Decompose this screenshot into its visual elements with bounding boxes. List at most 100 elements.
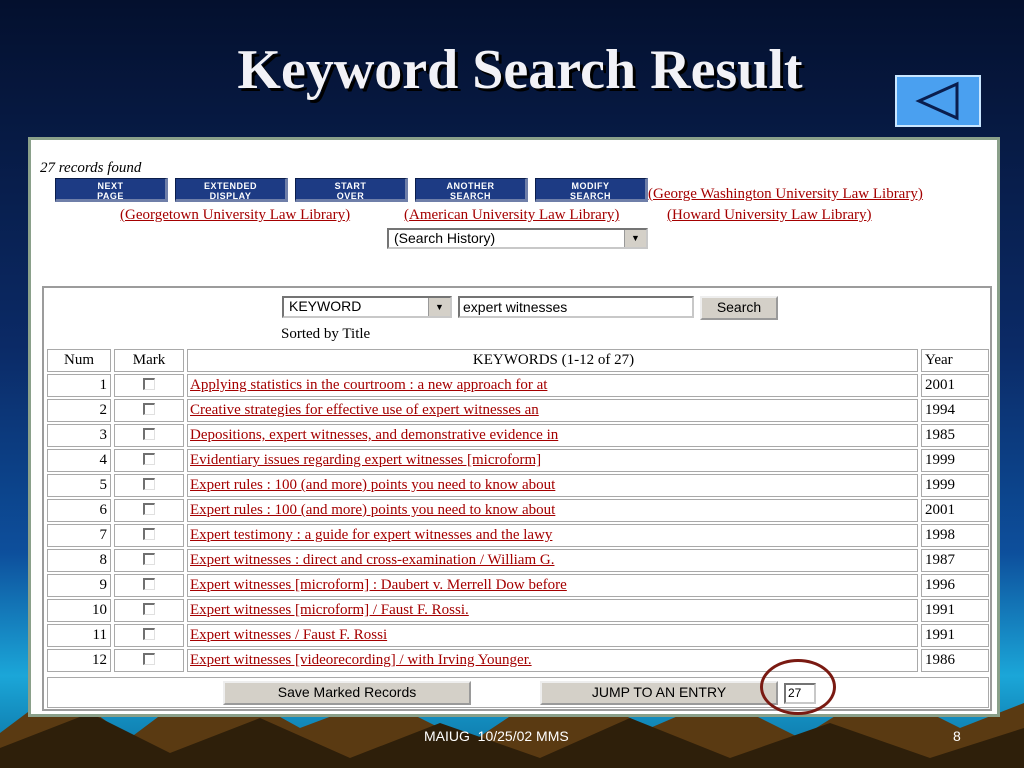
row-mark-cell — [114, 574, 184, 597]
sorted-by-label: Sorted by Title — [281, 326, 371, 342]
jump-to-entry-button[interactable]: JUMP TO AN ENTRY — [540, 681, 778, 705]
save-marked-records-button[interactable]: Save Marked Records — [223, 681, 471, 705]
row-year: 1991 — [921, 599, 989, 622]
nav-button-bar: Next Page Extended Display Start Over Anoth… — [55, 178, 655, 202]
mark-checkbox[interactable] — [143, 603, 155, 616]
back-button[interactable] — [895, 75, 981, 127]
mark-checkbox[interactable] — [143, 553, 155, 566]
table-row: 9 Expert witnesses [microform] : Daubert … — [47, 574, 989, 597]
table-row: 12 Expert witnesses [videorecording] / wi… — [47, 649, 989, 672]
mark-checkbox[interactable] — [143, 528, 155, 541]
record-title-link[interactable]: Expert rules : 100 (and more) points you… — [190, 502, 555, 518]
record-title-link[interactable]: Expert testimony : a guide for expert wi… — [190, 527, 552, 543]
records-found: 27 records found — [40, 160, 142, 176]
mark-checkbox[interactable] — [143, 578, 155, 591]
row-title-cell: Expert witnesses : direct and cross-exam… — [187, 549, 918, 572]
mark-checkbox[interactable] — [143, 378, 155, 391]
row-title-cell: Applying statistics in the courtroom : a… — [187, 374, 918, 397]
record-title-link[interactable]: Evidentiary issues regarding expert witn… — [190, 452, 541, 468]
row-num: 7 — [47, 524, 111, 547]
record-title-link[interactable]: Expert witnesses [videorecording] / with… — [190, 652, 532, 668]
row-year: 1987 — [921, 549, 989, 572]
row-title-cell: Creative strategies for effective use of… — [187, 399, 918, 422]
row-year: 1999 — [921, 449, 989, 472]
slide-title: Keyword Search Result — [237, 39, 803, 101]
mark-checkbox[interactable] — [143, 503, 155, 516]
search-button[interactable]: Search — [700, 296, 778, 320]
header-mark: Mark — [114, 349, 184, 372]
row-year: 1999 — [921, 474, 989, 497]
record-title-link[interactable]: Applying statistics in the courtroom : a… — [190, 377, 547, 393]
row-num: 10 — [47, 599, 111, 622]
library-link-gwu[interactable]: (George Washington University Law Librar… — [648, 186, 923, 203]
record-title-link[interactable]: Creative strategies for effective use of… — [190, 402, 539, 418]
record-title-link[interactable]: Expert rules : 100 (and more) points you… — [190, 477, 555, 493]
mark-checkbox[interactable] — [143, 453, 155, 466]
row-num: 3 — [47, 424, 111, 447]
row-num: 6 — [47, 499, 111, 522]
row-mark-cell — [114, 449, 184, 472]
left-triangle-icon — [915, 81, 959, 121]
library-link-georgetown[interactable]: (Georgetown University Law Library) — [120, 207, 350, 224]
table-row: 10 Expert witnesses [microform] / Faust F… — [47, 599, 989, 622]
library-link-howard[interactable]: (Howard University Law Library) — [667, 207, 872, 224]
row-num: 2 — [47, 399, 111, 422]
record-title-link[interactable]: Expert witnesses [microform] / Faust F. … — [190, 602, 469, 618]
row-mark-cell — [114, 549, 184, 572]
search-input[interactable]: expert witnesses — [458, 296, 694, 318]
annotation-circle — [760, 659, 836, 715]
modify-search-button[interactable]: Modify Search — [535, 178, 648, 202]
slide-page-number: 8 — [953, 728, 961, 744]
row-mark-cell — [114, 499, 184, 522]
table-footer: Save Marked Records JUMP TO AN ENTRY 27 — [47, 677, 989, 708]
table-row: 1 Applying statistics in the courtroom : … — [47, 374, 989, 397]
row-mark-cell — [114, 624, 184, 647]
row-year: 1994 — [921, 399, 989, 422]
record-title-link[interactable]: Depositions, expert witnesses, and demon… — [190, 427, 558, 443]
row-year: 1998 — [921, 524, 989, 547]
table-row: 7 Expert testimony : a guide for expert w… — [47, 524, 989, 547]
search-history-select[interactable]: (Search History) ▼ — [387, 228, 648, 249]
row-mark-cell — [114, 524, 184, 547]
results-box: KEYWORD ▼ expert witnesses Search Sorted… — [42, 286, 992, 711]
mark-checkbox[interactable] — [143, 428, 155, 441]
mark-checkbox[interactable] — [143, 653, 155, 666]
another-search-button[interactable]: Another Search — [415, 178, 528, 202]
table-row: 4 Evidentiary issues regarding expert wit… — [47, 449, 989, 472]
mark-checkbox[interactable] — [143, 478, 155, 491]
extended-display-button[interactable]: Extended Display — [175, 178, 288, 202]
mark-checkbox[interactable] — [143, 628, 155, 641]
record-title-link[interactable]: Expert witnesses : direct and cross-exam… — [190, 552, 554, 568]
next-page-button[interactable]: Next Page — [55, 178, 168, 202]
row-num: 12 — [47, 649, 111, 672]
table-row: 3 Depositions, expert witnesses, and demo… — [47, 424, 989, 447]
header-year: Year — [921, 349, 989, 372]
search-type-value: KEYWORD — [289, 298, 362, 314]
row-mark-cell — [114, 474, 184, 497]
row-num: 8 — [47, 549, 111, 572]
row-year: 2001 — [921, 374, 989, 397]
row-num: 9 — [47, 574, 111, 597]
table-row: 5 Expert rules : 100 (and more) points yo… — [47, 474, 989, 497]
record-title-link[interactable]: Expert witnesses [microform] : Daubert v… — [190, 577, 567, 593]
library-link-american[interactable]: (American University Law Library) — [404, 207, 619, 224]
row-num: 5 — [47, 474, 111, 497]
start-over-button[interactable]: Start Over — [295, 178, 408, 202]
chevron-down-icon: ▼ — [428, 298, 450, 316]
search-history-value: (Search History) — [394, 230, 496, 246]
search-type-select[interactable]: KEYWORD ▼ — [282, 296, 452, 318]
row-num: 1 — [47, 374, 111, 397]
slide-footer: MAIUG 10/25/02 MMS — [424, 728, 569, 744]
table-header: Num Mark KEYWORDS (1-12 of 27) Year — [47, 349, 989, 372]
row-year: 2001 — [921, 499, 989, 522]
mark-checkbox[interactable] — [143, 403, 155, 416]
record-title-link[interactable]: Expert witnesses / Faust F. Rossi — [190, 627, 387, 643]
row-year: 1996 — [921, 574, 989, 597]
row-title-cell: Evidentiary issues regarding expert witn… — [187, 449, 918, 472]
row-title-cell: Expert rules : 100 (and more) points you… — [187, 474, 918, 497]
chevron-down-icon: ▼ — [624, 230, 646, 247]
row-mark-cell — [114, 399, 184, 422]
header-keywords: KEYWORDS (1-12 of 27) — [187, 349, 918, 372]
row-year: 1985 — [921, 424, 989, 447]
row-title-cell: Expert testimony : a guide for expert wi… — [187, 524, 918, 547]
